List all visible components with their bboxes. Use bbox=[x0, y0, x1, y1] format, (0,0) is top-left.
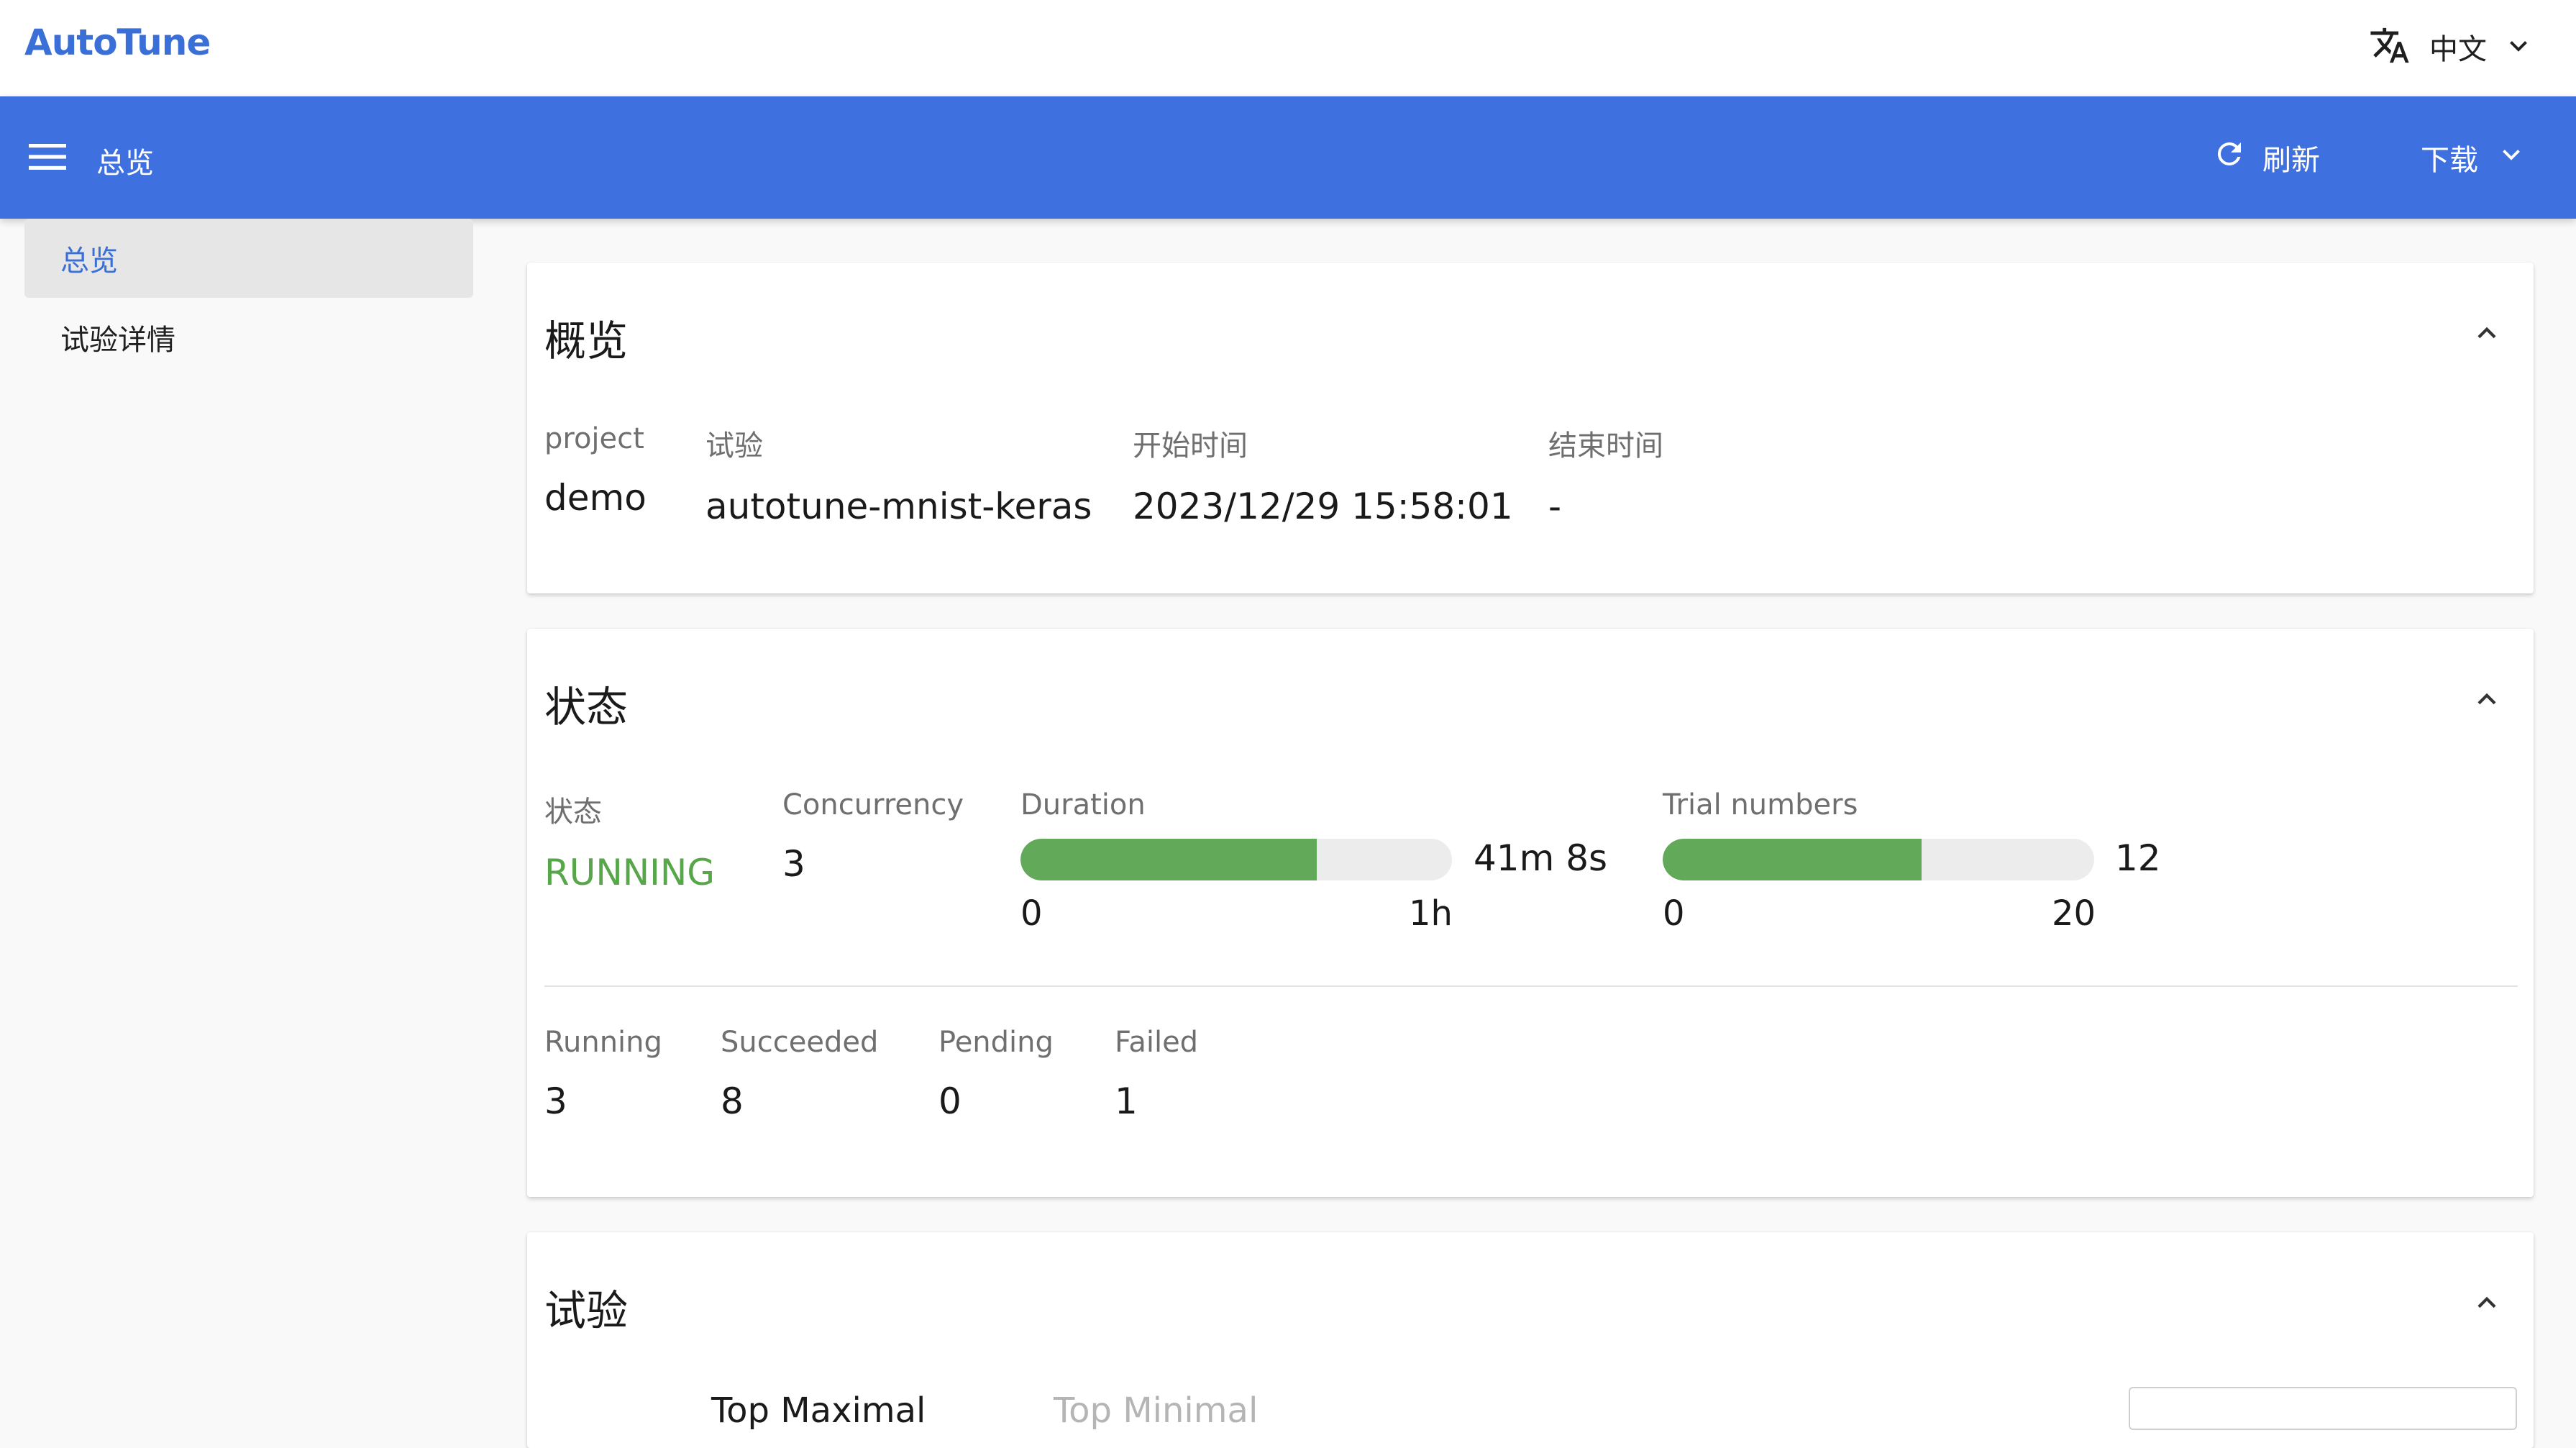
menu-icon bbox=[29, 142, 66, 174]
field-value: demo bbox=[544, 477, 647, 519]
trial-numbers-min: 0 bbox=[1663, 893, 1685, 934]
field-value: autotune-mnist-keras bbox=[705, 486, 1092, 527]
sidebar: 总览 试验详情 bbox=[24, 219, 473, 377]
menu-button[interactable] bbox=[27, 138, 68, 178]
field-label: 开始时间 bbox=[1133, 429, 1248, 463]
download-label: 下载 bbox=[2421, 144, 2478, 177]
sidebar-item-overview[interactable]: 总览 bbox=[24, 219, 473, 298]
experiments-search-input[interactable] bbox=[2129, 1387, 2517, 1430]
count-label: Succeeded bbox=[721, 1026, 879, 1059]
duration-label: Duration bbox=[1020, 788, 1146, 821]
chevron-up-icon bbox=[2473, 1290, 2500, 1320]
count-value: 8 bbox=[721, 1080, 744, 1122]
field-label: 试验 bbox=[705, 429, 763, 463]
page-title: 总览 bbox=[96, 147, 154, 180]
refresh-button[interactable]: 刷新 bbox=[2212, 134, 2320, 181]
field-value: - bbox=[1548, 486, 1562, 527]
status-collapse-button[interactable] bbox=[2469, 683, 2505, 719]
sidebar-item-label: 总览 bbox=[60, 245, 118, 278]
pending-count-field: Pending 0 bbox=[938, 1026, 1054, 1122]
succeeded-count-field: Succeeded 8 bbox=[721, 1026, 878, 1122]
count-value: 1 bbox=[1115, 1080, 1138, 1122]
sidebar-item-trial-details[interactable]: 试验详情 bbox=[24, 298, 473, 377]
end-time-field: 结束时间 - bbox=[1548, 422, 1663, 527]
project-field: project demo bbox=[544, 422, 647, 519]
trial-numbers-progress-fill bbox=[1663, 839, 1922, 880]
overview-title: 概览 bbox=[544, 317, 629, 365]
tab-top-minimal[interactable]: Top Minimal bbox=[1054, 1390, 1258, 1431]
trial-numbers-value: 12 bbox=[2115, 837, 2161, 879]
trial-numbers-progress-bar bbox=[1663, 839, 2094, 880]
app-logo[interactable]: AutoTune bbox=[24, 22, 211, 63]
language-selector[interactable]: 中文 bbox=[2369, 22, 2531, 72]
status-card: 状态 状态 RUNNING Concurrency 3 Duration 41m… bbox=[527, 629, 2534, 1197]
experiments-collapse-button[interactable] bbox=[2469, 1287, 2505, 1323]
translate-icon bbox=[2369, 24, 2411, 69]
chevron-down-icon bbox=[2506, 32, 2531, 61]
count-value: 0 bbox=[938, 1080, 962, 1122]
running-count-field: Running 3 bbox=[544, 1026, 662, 1122]
concurrency-value: 3 bbox=[782, 843, 805, 885]
top-bar: AutoTune 中文 bbox=[0, 0, 2576, 96]
field-label: 结束时间 bbox=[1548, 429, 1663, 463]
count-label: Pending bbox=[938, 1026, 1054, 1059]
refresh-label: 刷新 bbox=[2262, 144, 2320, 177]
count-label: Failed bbox=[1115, 1026, 1199, 1059]
experiments-title: 试验 bbox=[544, 1286, 629, 1335]
language-label: 中文 bbox=[2429, 33, 2487, 66]
start-time-field: 开始时间 2023/12/29 15:58:01 bbox=[1133, 422, 1513, 527]
concurrency-label: Concurrency bbox=[782, 788, 964, 821]
failed-count-field: Failed 1 bbox=[1115, 1026, 1198, 1122]
state-label: 状态 bbox=[544, 796, 602, 829]
overview-collapse-button[interactable] bbox=[2469, 317, 2505, 353]
state-field: 状态 RUNNING bbox=[544, 788, 715, 893]
chevron-down-icon bbox=[2498, 141, 2524, 174]
status-divider bbox=[544, 985, 2518, 987]
field-label: project bbox=[544, 422, 644, 455]
experiment-field: 试验 autotune-mnist-keras bbox=[705, 422, 1092, 527]
trial-numbers-max: 20 bbox=[2052, 893, 2096, 934]
duration-min: 0 bbox=[1020, 893, 1043, 934]
status-title: 状态 bbox=[544, 683, 629, 732]
sidebar-item-label: 试验详情 bbox=[60, 324, 175, 357]
status-badge: RUNNING bbox=[544, 852, 716, 893]
count-value: 3 bbox=[544, 1080, 567, 1122]
chevron-up-icon bbox=[2473, 686, 2500, 716]
refresh-icon bbox=[2212, 137, 2247, 178]
tab-top-maximal[interactable]: Top Maximal bbox=[711, 1390, 926, 1431]
overview-card: 概览 project demo 试验 autotune-mnist-keras … bbox=[527, 263, 2534, 593]
field-value: 2023/12/29 15:58:01 bbox=[1133, 486, 1513, 527]
trial-numbers-label: Trial numbers bbox=[1663, 788, 1858, 821]
app-bar: 总览 刷新 下载 bbox=[0, 96, 2576, 219]
duration-max: 1h bbox=[1409, 893, 1453, 934]
duration-progress-bar bbox=[1020, 839, 1452, 880]
concurrency-field: Concurrency 3 bbox=[782, 788, 964, 885]
download-menu-button[interactable]: 下载 bbox=[2421, 134, 2524, 181]
duration-progress-fill bbox=[1020, 839, 1317, 880]
count-label: Running bbox=[544, 1026, 662, 1059]
chevron-up-icon bbox=[2473, 320, 2500, 350]
duration-value: 41m 8s bbox=[1474, 837, 1608, 879]
